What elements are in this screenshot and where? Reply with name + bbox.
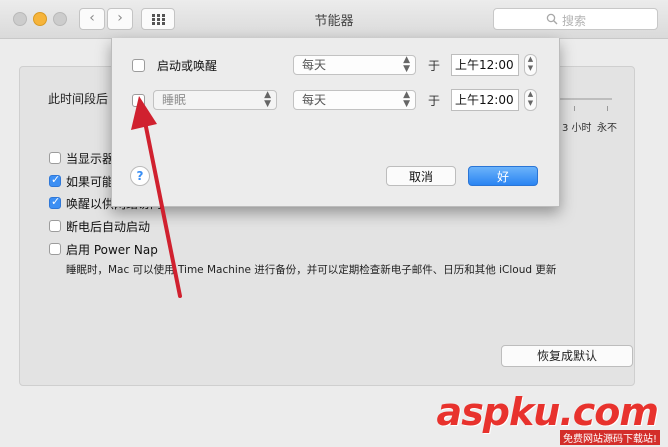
watermark-tagline: 免费网站源码下载站! [559, 430, 660, 445]
red-annotation-arrow-icon [131, 96, 182, 298]
watermark-logo: aspku.com [436, 390, 659, 434]
